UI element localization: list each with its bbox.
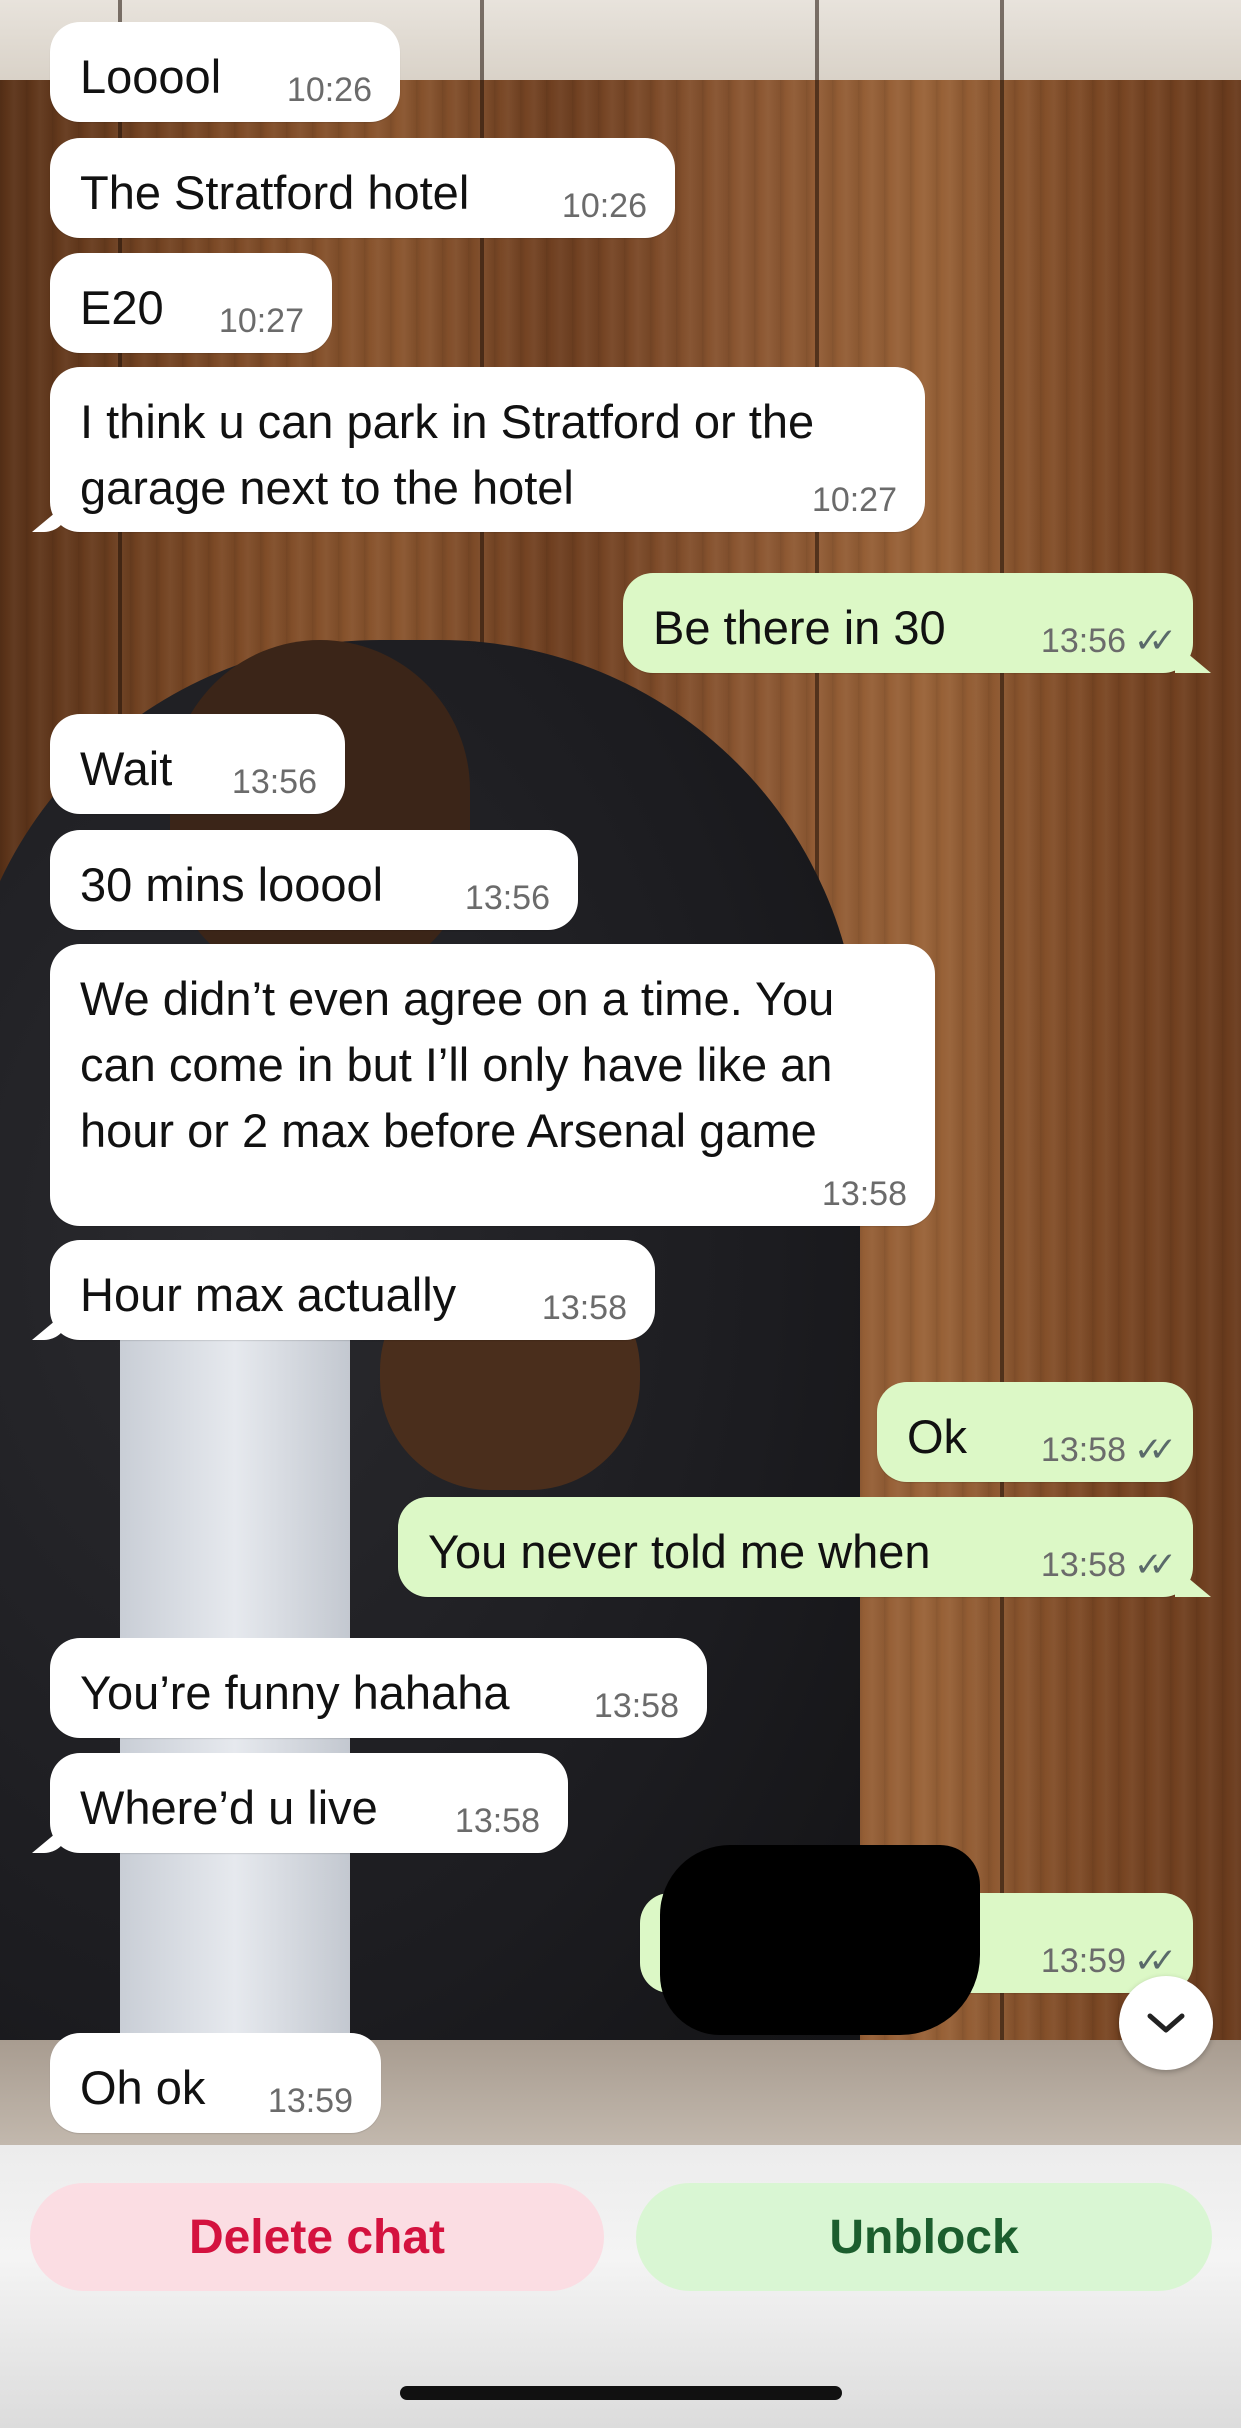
chevron-down-icon (1147, 2013, 1185, 2033)
message-bubble-incoming[interactable]: You’re funny hahaha 13:58 (50, 1638, 707, 1738)
message-time: 13:56 (464, 879, 550, 917)
message-bubble-incoming[interactable]: I think u can park in Stratford or the g… (32, 367, 925, 532)
message-time-with-receipt: 13:58 ✓✓ (1040, 1430, 1177, 1470)
message-text: The Stratford hotel (80, 166, 470, 219)
message-time: 13:59 (267, 2082, 353, 2120)
message-bubble-incoming[interactable]: Hour max actually 13:58 (32, 1240, 655, 1340)
message-time-with-receipt: 13:56 ✓✓ (1040, 621, 1177, 661)
message-bubble-incoming[interactable]: Where’d u live 13:58 (32, 1753, 568, 1853)
message-time: 13:58 (593, 1687, 679, 1725)
message-bubble-incoming[interactable]: E20 10:27 (50, 253, 332, 353)
message-time: 13:59 (1040, 1942, 1127, 1980)
message-time: 13:58 (1040, 1431, 1127, 1469)
message-time: 13:58 (541, 1289, 627, 1327)
double-check-icon: ✓✓ (1134, 622, 1177, 660)
message-bubble-incoming[interactable]: We didn’t even agree on a time. You can … (50, 944, 935, 1226)
message-time: 13:56 (1040, 622, 1127, 660)
delete-chat-button[interactable]: Delete chat (30, 2183, 604, 2291)
message-time: 13:58 (454, 1802, 540, 1840)
message-text: I think u can park in Stratford or the g… (80, 395, 828, 514)
home-indicator[interactable] (400, 2386, 842, 2400)
message-bubble-incoming[interactable]: Oh ok 13:59 (50, 2033, 381, 2133)
message-text: We didn’t even agree on a time. You can … (80, 972, 848, 1157)
message-bubble-incoming[interactable]: The Stratford hotel 10:26 (50, 138, 675, 238)
message-time: 10:27 (811, 481, 897, 519)
message-bubble-incoming[interactable]: Wait 13:56 (50, 714, 345, 814)
message-bubble-incoming[interactable]: 30 mins looool 13:56 (50, 830, 578, 930)
message-time: 13:58 (821, 1175, 907, 1213)
message-time-with-receipt: 13:58 ✓✓ (1040, 1545, 1177, 1585)
message-time: 10:26 (286, 71, 372, 109)
double-check-icon: ✓✓ (1134, 1942, 1177, 1980)
message-time-with-receipt: 13:59 ✓✓ (1040, 1941, 1177, 1981)
message-time: 13:58 (1040, 1546, 1127, 1584)
message-bubble-incoming[interactable]: Looool 10:26 (50, 22, 400, 122)
message-bubble-outgoing[interactable]: Ok 13:58 ✓✓ (877, 1382, 1193, 1482)
double-check-icon: ✓✓ (1134, 1431, 1177, 1469)
scroll-down-button[interactable] (1119, 1976, 1213, 2070)
redacted-content (660, 1845, 980, 2035)
message-time: 10:27 (218, 302, 304, 340)
unblock-button[interactable]: Unblock (636, 2183, 1212, 2291)
message-time: 13:56 (231, 763, 317, 801)
message-time: 10:26 (561, 187, 647, 225)
message-bubble-outgoing[interactable]: Be there in 30 13:56 ✓✓ (623, 573, 1211, 673)
double-check-icon: ✓✓ (1134, 1546, 1177, 1584)
wall-panel-seam (1000, 0, 1004, 2145)
message-text: You’re funny hahaha (80, 1666, 510, 1719)
message-bubble-outgoing[interactable]: You never told me when 13:58 ✓✓ (398, 1497, 1211, 1597)
